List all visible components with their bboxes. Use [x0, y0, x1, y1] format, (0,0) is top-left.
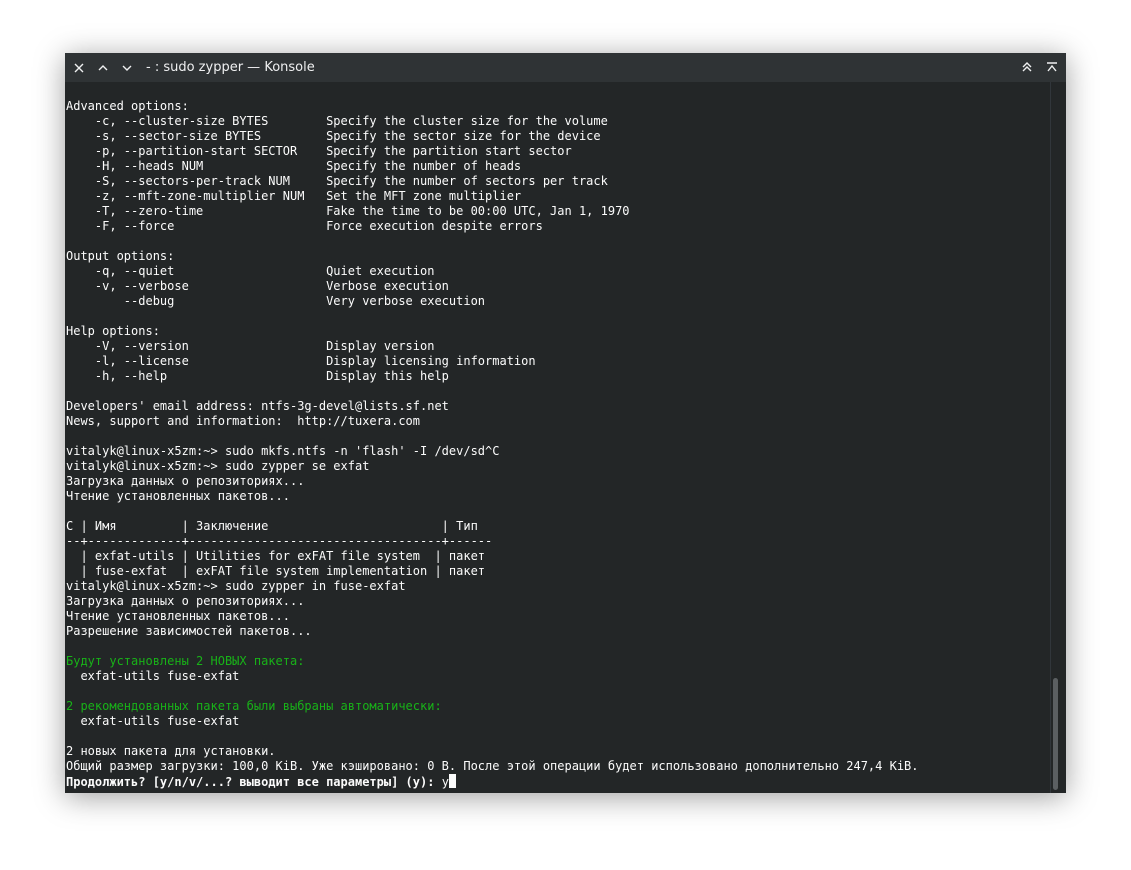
terminal-line: News, support and information: http://tu…: [66, 414, 421, 428]
terminal-line: 2 новых пакета для установки.: [66, 744, 276, 758]
terminal-line: Help options:: [66, 324, 160, 338]
terminal-line: Разрешение зависимостей пакетов...: [66, 624, 312, 638]
terminal-line: vitalyk@linux-x5zm:~> sudo mkfs.ntfs -n …: [66, 444, 500, 458]
terminal-line: -q, --quiet Quiet execution: [66, 264, 435, 278]
terminal-line: exfat-utils fuse-exfat: [66, 714, 240, 728]
terminal-line: Общий размер загрузки: 100,0 KiB. Уже кэ…: [66, 759, 919, 773]
terminal-line: -z, --mft-zone-multiplier NUM Set the MF…: [66, 189, 522, 203]
terminal-line: | fuse-exfat | exFAT file system impleme…: [66, 564, 486, 578]
terminal-line: Будут установлены 2 НОВЫХ пакета:: [66, 654, 305, 668]
chevron-down-icon[interactable]: [116, 57, 138, 79]
terminal-line: -T, --zero-time Fake the time to be 00:0…: [66, 204, 630, 218]
terminal-line: --debug Very verbose execution: [66, 294, 486, 308]
terminal-line: -l, --license Display licensing informat…: [66, 354, 536, 368]
prompt-text: Продолжить? [y/n/v/...? выводит все пара…: [66, 775, 442, 789]
terminal-line: -v, --verbose Verbose execution: [66, 279, 449, 293]
terminal-line: -c, --cluster-size BYTES Specify the clu…: [66, 114, 608, 128]
double-chevron-up-icon[interactable]: [1016, 56, 1038, 78]
terminal-line: exfat-utils fuse-exfat: [66, 669, 240, 683]
title-bar[interactable]: - : sudo zypper — Konsole: [65, 53, 1066, 82]
terminal-line: -F, --force Force execution despite erro…: [66, 219, 543, 233]
terminal-line: С | Имя | Заключение | Тип: [66, 519, 478, 533]
window-title: - : sudo zypper — Konsole: [146, 60, 315, 75]
text-cursor: [448, 774, 456, 788]
terminal-line: Advanced options:: [66, 99, 189, 113]
terminal-line: --+-------------+-----------------------…: [66, 534, 493, 548]
chevron-up-icon[interactable]: [92, 57, 114, 79]
terminal-line: Чтение установленных пакетов...: [66, 609, 290, 623]
terminal-line: vitalyk@linux-x5zm:~> sudo zypper in fus…: [66, 579, 406, 593]
terminal-line: 2 рекомендованных пакета были выбраны ав…: [66, 699, 442, 713]
terminal-line: | exfat-utils | Utilities for exFAT file…: [66, 549, 486, 563]
terminal-line: -h, --help Display this help: [66, 369, 449, 383]
terminal-line: -p, --partition-start SECTOR Specify the…: [66, 144, 572, 158]
konsole-window: - : sudo zypper — Konsole Advanced optio…: [65, 53, 1066, 793]
terminal-output[interactable]: Advanced options: -c, --cluster-size BYT…: [65, 82, 1046, 793]
terminal-line: vitalyk@linux-x5zm:~> sudo zypper se exf…: [66, 459, 370, 473]
terminal-line: Developers' email address: ntfs-3g-devel…: [66, 399, 449, 413]
maximize-icon[interactable]: [1041, 56, 1063, 78]
terminal-line: Загрузка данных о репозиториях...: [66, 474, 305, 488]
terminal-line: Output options:: [66, 249, 175, 263]
terminal-line: -S, --sectors-per-track NUM Specify the …: [66, 174, 608, 188]
terminal-line: -s, --sector-size BYTES Specify the sect…: [66, 129, 601, 143]
terminal-line: -V, --version Display version: [66, 339, 435, 353]
scrollbar[interactable]: [1046, 82, 1066, 793]
terminal-line: Загрузка данных о репозиториях...: [66, 594, 305, 608]
scrollbar-thumb[interactable]: [1053, 678, 1058, 790]
close-icon[interactable]: [68, 57, 90, 79]
terminal-line: Чтение установленных пакетов...: [66, 489, 290, 503]
terminal-line: -H, --heads NUM Specify the number of he…: [66, 159, 522, 173]
prompt-line[interactable]: Продолжить? [y/n/v/...? выводит все пара…: [66, 774, 1046, 789]
prompt-input[interactable]: y: [442, 775, 449, 789]
